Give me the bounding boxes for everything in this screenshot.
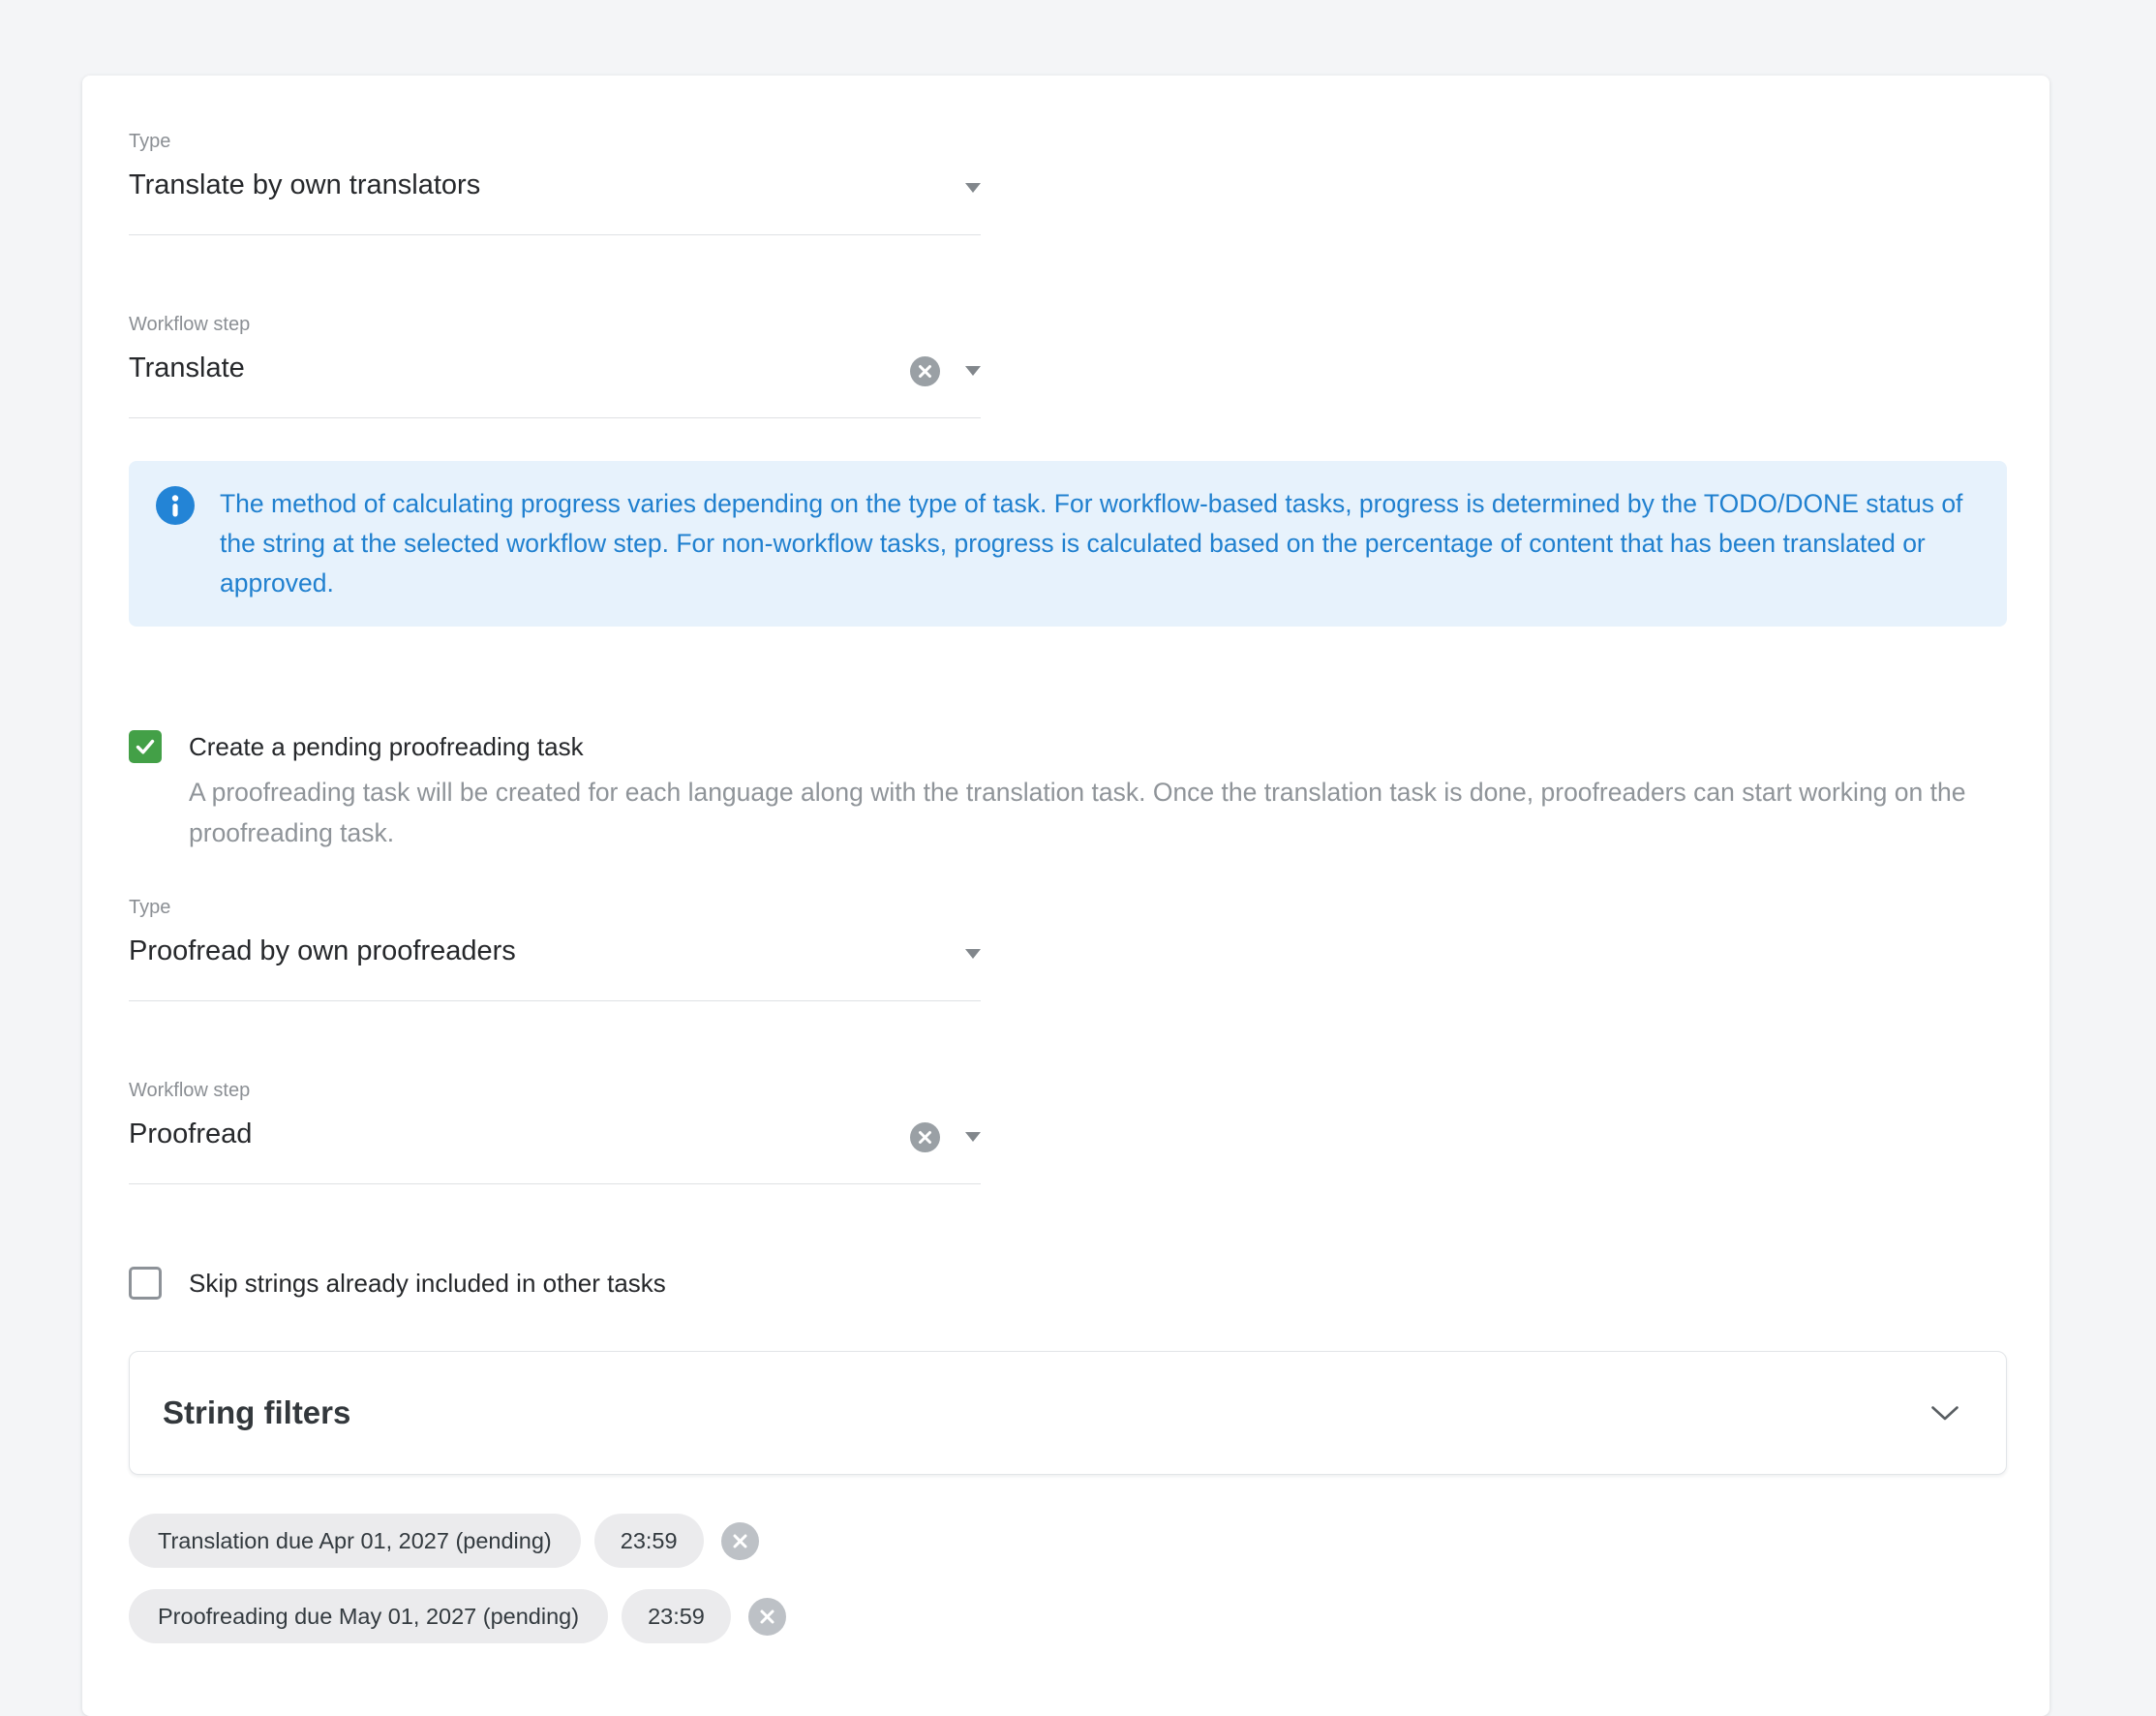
- caret-down-icon[interactable]: [965, 366, 981, 376]
- translation-type-label: Type: [129, 130, 981, 153]
- progress-info-text: The method of calculating progress varie…: [220, 484, 1968, 603]
- skip-strings-label: Skip strings already included in other t…: [189, 1266, 666, 1301]
- proofreading-type-controls: [965, 935, 981, 973]
- translation-type-controls: [965, 169, 981, 207]
- chevron-down-icon[interactable]: [1930, 1405, 1959, 1422]
- create-proofreading-checkbox[interactable]: [129, 730, 162, 763]
- create-proofreading-label: Create a pending proofreading task: [189, 729, 584, 764]
- remove-proofreading-due-icon[interactable]: [748, 1598, 786, 1636]
- progress-info-alert: The method of calculating progress varie…: [129, 461, 2007, 627]
- proofreading-type-value: Proofread by own proofreaders: [129, 935, 981, 967]
- task-form-card: Type Translate by own translators Workfl…: [82, 76, 2050, 1716]
- clear-workflow-step-icon[interactable]: [910, 1122, 940, 1152]
- translation-due-time-chip[interactable]: 23:59: [594, 1514, 704, 1568]
- proofreading-due-row: Proofreading due May 01, 2027 (pending) …: [129, 1589, 2007, 1643]
- proofreading-type-label: Type: [129, 896, 981, 919]
- translation-due-row: Translation due Apr 01, 2027 (pending) 2…: [129, 1514, 2007, 1568]
- translation-workflow-step-value: Translate: [129, 352, 981, 384]
- task-form-content: Type Translate by own translators Workfl…: [82, 76, 2050, 1643]
- proofreading-due-chip[interactable]: Proofreading due May 01, 2027 (pending): [129, 1589, 608, 1643]
- caret-down-icon[interactable]: [965, 949, 981, 959]
- translation-workflow-step-label: Workflow step: [129, 313, 981, 336]
- clear-workflow-step-icon[interactable]: [910, 356, 940, 386]
- proofreading-option-head: Create a pending proofreading task: [129, 729, 2007, 764]
- caret-down-icon[interactable]: [965, 183, 981, 193]
- translation-workflow-step-field[interactable]: Workflow step Translate: [129, 313, 981, 418]
- skip-strings-option-head: Skip strings already included in other t…: [129, 1266, 2007, 1301]
- translation-due-chip[interactable]: Translation due Apr 01, 2027 (pending): [129, 1514, 581, 1568]
- string-filters-title: String filters: [163, 1394, 350, 1431]
- proofreading-description: A proofreading task will be created for …: [189, 772, 2007, 853]
- proofreading-workflow-step-field[interactable]: Workflow step Proofread: [129, 1079, 981, 1184]
- proofreading-workflow-step-label: Workflow step: [129, 1079, 981, 1102]
- string-filters-section[interactable]: String filters: [129, 1351, 2007, 1475]
- translation-type-field[interactable]: Type Translate by own translators: [129, 130, 981, 235]
- proofreading-due-time-chip[interactable]: 23:59: [622, 1589, 731, 1643]
- skip-strings-checkbox[interactable]: [129, 1267, 162, 1300]
- translation-type-value: Translate by own translators: [129, 169, 981, 201]
- proofreading-workflow-step-value: Proofread: [129, 1118, 981, 1150]
- caret-down-icon[interactable]: [965, 1132, 981, 1142]
- remove-translation-due-icon[interactable]: [721, 1522, 759, 1560]
- skip-strings-option: Skip strings already included in other t…: [129, 1266, 2007, 1301]
- proofreading-workflow-step-controls: [910, 1118, 981, 1156]
- info-icon: [156, 486, 195, 525]
- translation-workflow-step-controls: [910, 352, 981, 390]
- due-date-chips: Translation due Apr 01, 2027 (pending) 2…: [129, 1514, 2007, 1643]
- proofreading-type-field[interactable]: Type Proofread by own proofreaders: [129, 896, 981, 1001]
- proofreading-option: Create a pending proofreading task A pro…: [129, 729, 2007, 853]
